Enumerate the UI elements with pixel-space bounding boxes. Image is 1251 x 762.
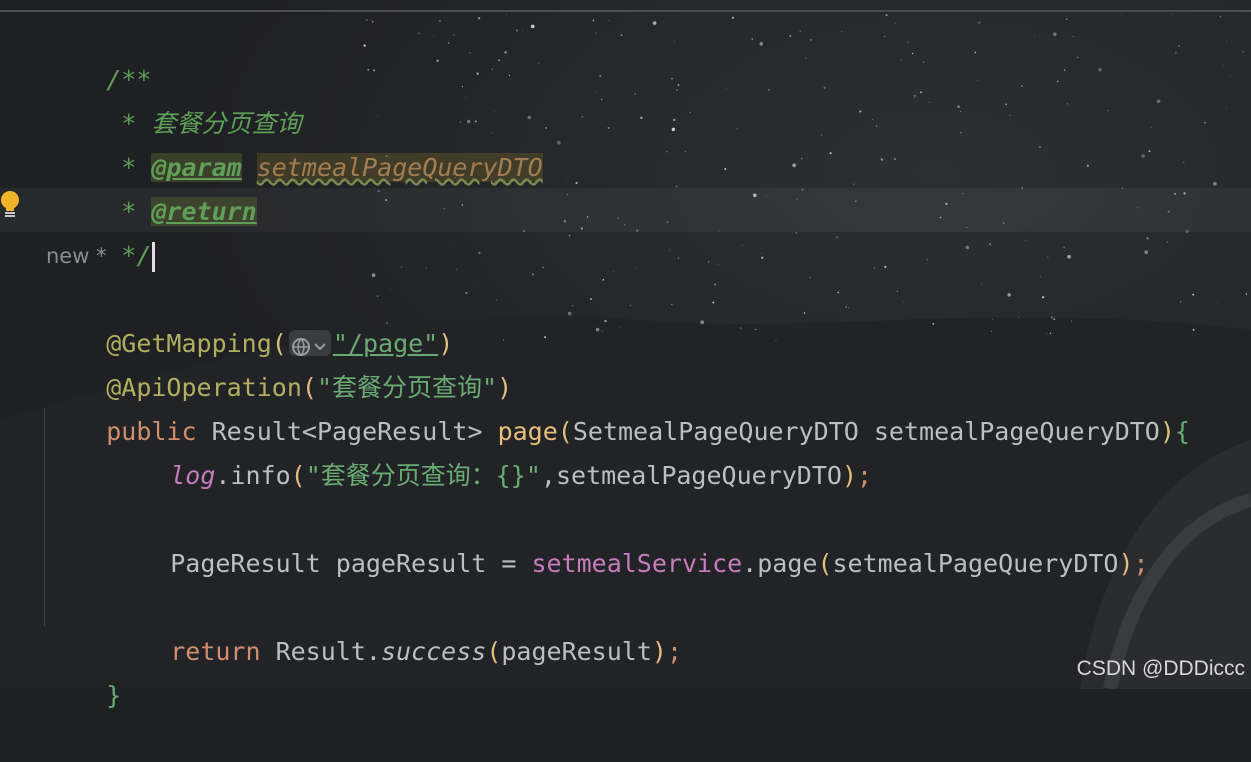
return-argument: pageResult bbox=[501, 637, 652, 666]
code-line-5[interactable]: */ bbox=[46, 190, 156, 272]
code-line-signature[interactable]: public Result<PageResult> page(SetmealPa… bbox=[46, 366, 1190, 446]
code-line-apioperation[interactable]: @ApiOperation("套餐分页查询") bbox=[46, 322, 512, 402]
service-page-call: .page bbox=[742, 549, 818, 578]
close-brace: } bbox=[106, 681, 122, 710]
code-line-4[interactable]: * @return bbox=[46, 146, 257, 226]
log-info-call: .info bbox=[215, 461, 291, 490]
service-field: setmealService bbox=[531, 549, 743, 578]
open-brace: { bbox=[1174, 417, 1190, 446]
doc-return-tag: @return bbox=[151, 197, 257, 226]
watermark: CSDN @DDDiccc bbox=[1076, 657, 1245, 680]
text-cursor bbox=[152, 242, 156, 272]
code-line-close[interactable]: } bbox=[46, 630, 121, 710]
log-message-string: "套餐分页查询：{}" bbox=[305, 461, 541, 490]
code-line-3[interactable]: * @param setmealPageQueryDTO bbox=[46, 102, 543, 182]
log-field: log bbox=[170, 461, 216, 490]
result-class: Result. bbox=[260, 637, 381, 666]
assign-declaration: PageResult pageResult = bbox=[170, 549, 532, 578]
doc-param-name: setmealPageQueryDTO bbox=[256, 153, 543, 182]
code-line-assign[interactable]: PageResult pageResult = setmealService.p… bbox=[110, 498, 1148, 578]
indent-guide bbox=[44, 408, 45, 626]
code-line-return[interactable]: return Result.success(pageResult); bbox=[110, 586, 682, 666]
lightbulb-icon[interactable] bbox=[0, 190, 22, 220]
keyword-return: return bbox=[170, 637, 261, 666]
inlay-hint-author[interactable]: new * bbox=[46, 236, 107, 276]
code-line-1[interactable]: /** bbox=[46, 14, 151, 94]
editor-top-border bbox=[0, 10, 1251, 12]
doc-comment-close: */ bbox=[106, 241, 152, 270]
code-line-log[interactable]: log.info("套餐分页查询：{}",setmealPageQueryDTO… bbox=[110, 410, 872, 490]
code-line-getmapping[interactable]: @GetMapping("/page") bbox=[46, 278, 453, 358]
log-argument: ,setmealPageQueryDTO bbox=[540, 461, 842, 490]
service-page-arg: setmealPageQueryDTO bbox=[832, 549, 1119, 578]
code-line-2[interactable]: * 套餐分页查询 bbox=[46, 58, 301, 138]
success-method: success bbox=[380, 637, 487, 666]
